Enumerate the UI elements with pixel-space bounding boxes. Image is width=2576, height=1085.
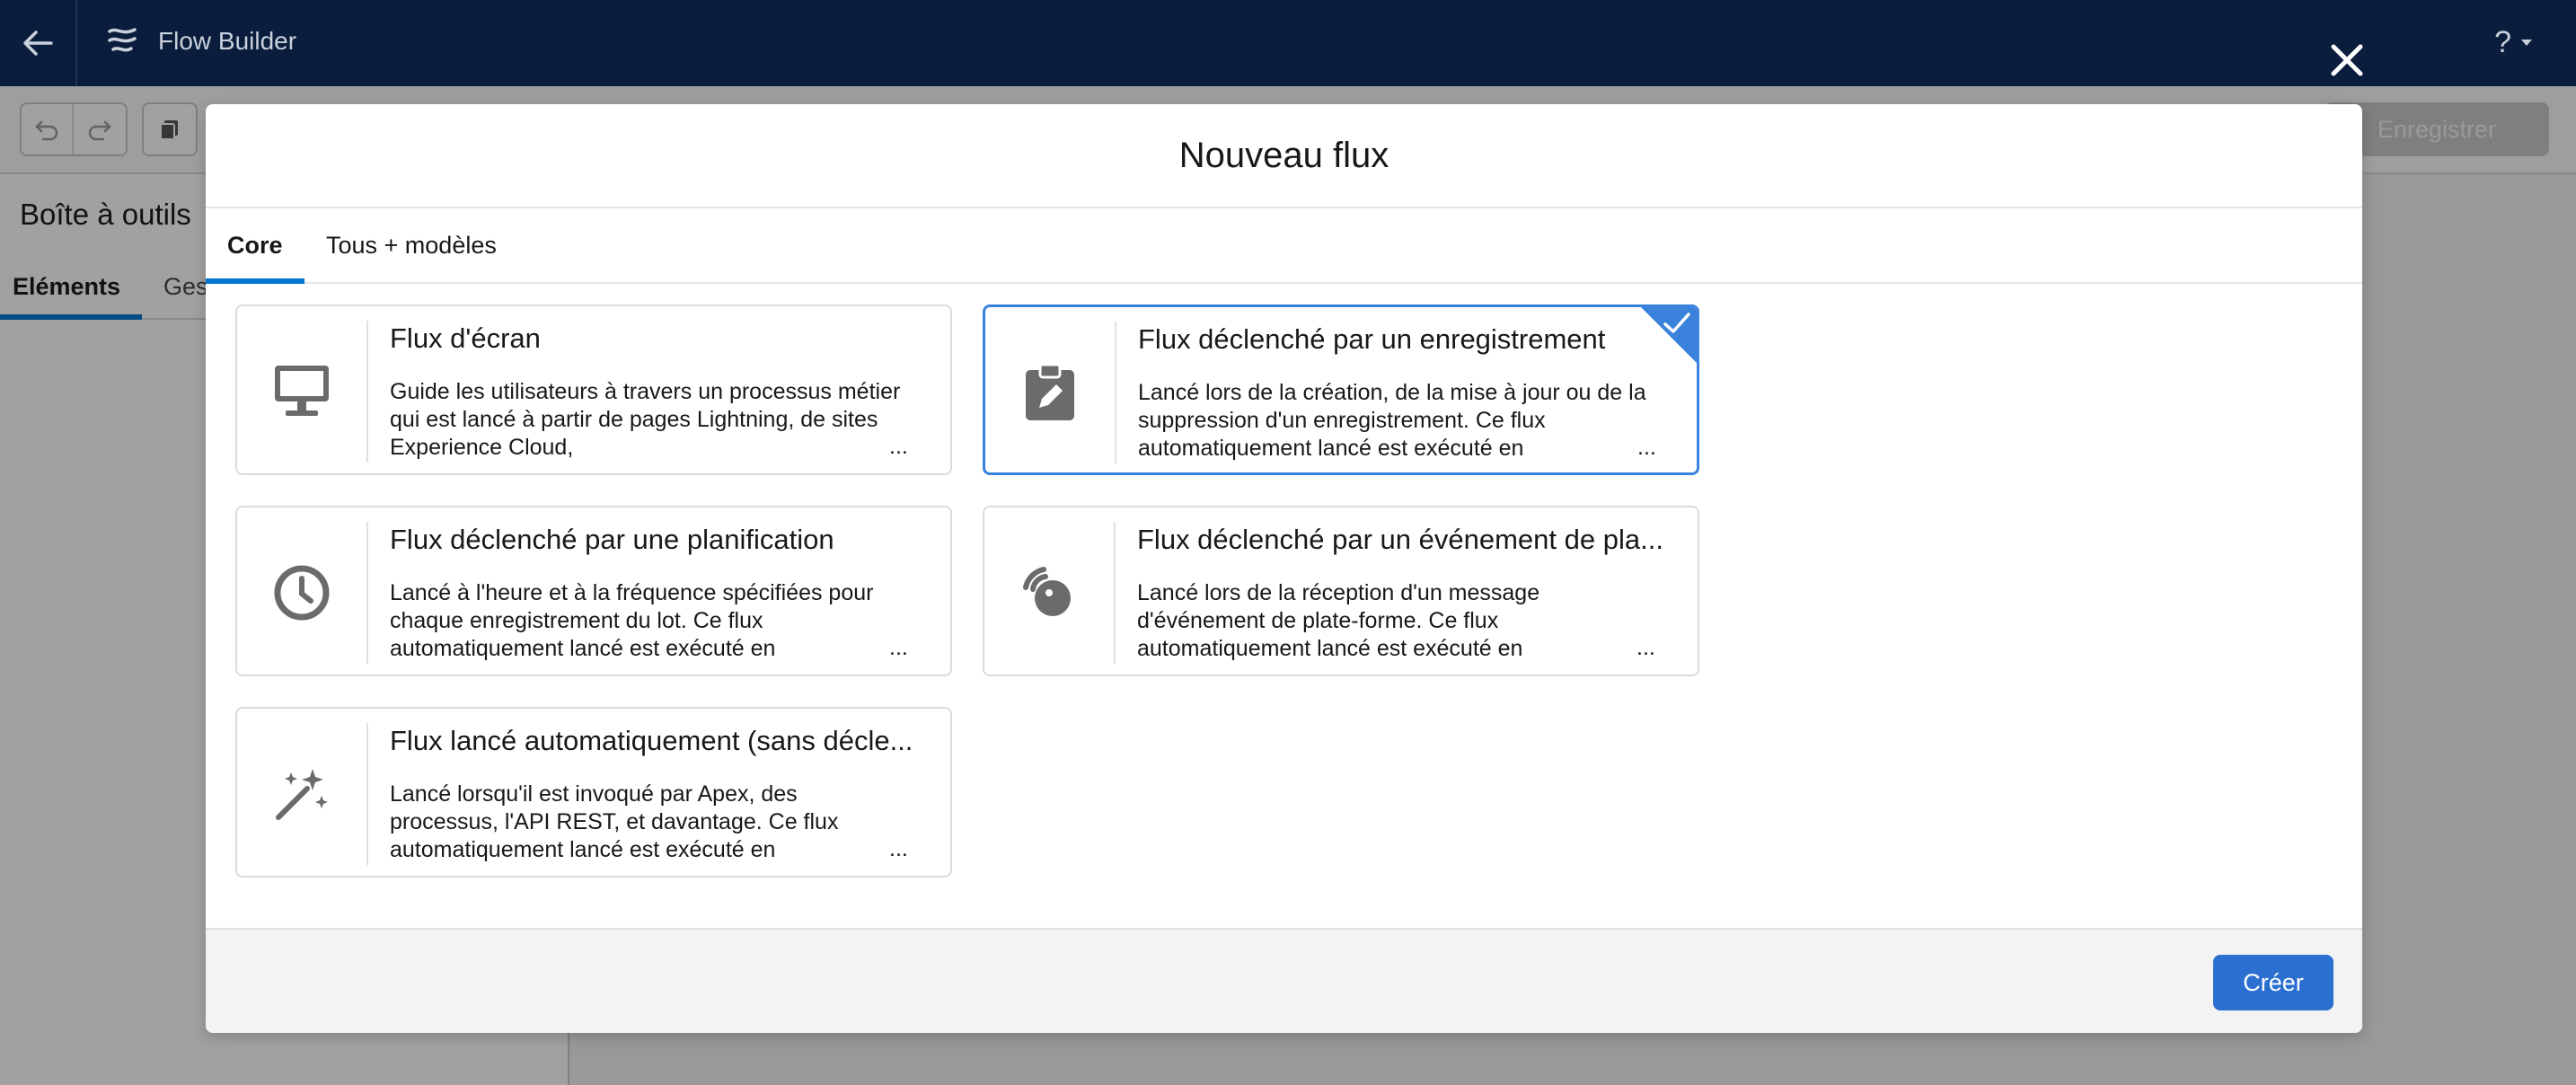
flow-type-card-schedule-triggered[interactable]: Flux déclenché par une planification Lan… <box>235 506 952 676</box>
tab-core[interactable]: Core <box>227 232 283 260</box>
flow-type-card-record-triggered[interactable]: Flux déclenché par un enregistrement Lan… <box>983 304 1699 475</box>
chevron-down-icon <box>2521 39 2532 46</box>
close-icon <box>2331 44 2363 76</box>
modal-title: Nouveau flux <box>1178 135 1389 175</box>
modal-footer: Créer <box>206 928 2362 1033</box>
card-description: Guide les utilisateurs à travers un proc… <box>390 379 901 460</box>
flow-type-card-platform-event[interactable]: Flux déclenché par un événement de pla..… <box>983 506 1699 676</box>
flow-type-card-screen[interactable]: Flux d'écran Guide les utilisateurs à tr… <box>235 304 952 475</box>
card-more: ... <box>889 836 908 861</box>
card-title: Flux déclenché par une planification <box>390 524 834 555</box>
close-modal-button[interactable] <box>2325 38 2369 83</box>
card-more: ... <box>1637 435 1656 460</box>
card-title: Flux déclenché par un enregistrement <box>1138 323 1606 355</box>
card-description: Lancé lors de la réception d'un message … <box>1137 580 1540 661</box>
app-title: Flow Builder <box>158 27 297 55</box>
clipboard-edit-icon <box>985 322 1116 463</box>
back-arrow-icon[interactable] <box>16 22 59 65</box>
card-more: ... <box>1636 635 1655 660</box>
clock-icon <box>237 522 368 664</box>
card-more: ... <box>889 434 908 459</box>
help-icon: ? <box>2494 25 2511 59</box>
flow-builder-icon <box>104 23 140 59</box>
checkmark-icon <box>1663 313 1690 333</box>
create-button[interactable]: Créer <box>2213 955 2333 1010</box>
card-description: Lancé à l'heure et à la fréquence spécif… <box>390 580 874 661</box>
card-title: Flux lancé automatiquement (sans décle..… <box>390 725 913 756</box>
modal-tab-indicator <box>206 278 304 284</box>
monitor-icon <box>237 321 368 463</box>
modal-tabs: Core Tous + modèles <box>206 210 2362 284</box>
platform-event-icon <box>984 522 1116 664</box>
card-title: Flux d'écran <box>390 322 541 354</box>
tab-all-templates[interactable]: Tous + modèles <box>326 232 497 260</box>
magic-wand-icon <box>237 723 368 865</box>
header-divider <box>75 0 77 86</box>
help-menu[interactable]: ? <box>2494 25 2533 60</box>
card-description: Lancé lorsqu'il est invoqué par Apex, de… <box>390 781 839 862</box>
new-flow-modal: Nouveau flux Core Tous + modèles Flux d'… <box>206 104 2362 1033</box>
modal-header: Nouveau flux <box>206 104 2362 208</box>
app-header: Flow Builder ? <box>0 0 2576 86</box>
card-title: Flux déclenché par un événement de pla..… <box>1137 524 1663 555</box>
card-description: Lancé lors de la création, de la mise à … <box>1138 380 1646 461</box>
flow-type-card-autolaunched[interactable]: Flux lancé automatiquement (sans décle..… <box>235 707 952 878</box>
card-more: ... <box>889 635 908 660</box>
